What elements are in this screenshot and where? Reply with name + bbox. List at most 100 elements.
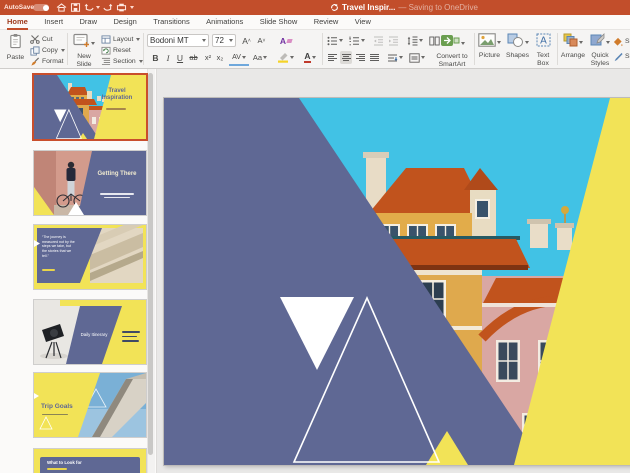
sync-icon	[330, 3, 339, 12]
arrange-button[interactable]: Arrange	[560, 33, 586, 60]
print-icon[interactable]	[116, 3, 127, 12]
copy-icon	[30, 46, 40, 56]
convert-smartart-button[interactable]: Convert to SmartArt	[432, 33, 472, 68]
quick-access-caret[interactable]	[130, 6, 134, 9]
bullets-button[interactable]	[326, 34, 344, 47]
underline-button[interactable]: U	[175, 51, 185, 64]
copy-button[interactable]: Copy	[30, 45, 65, 56]
line-spacing-icon	[407, 36, 418, 46]
picture-button[interactable]: Picture	[477, 33, 502, 60]
decrease-indent-button[interactable]	[372, 34, 385, 47]
numbering-button[interactable]	[348, 34, 366, 47]
ribbon-tabs: Home Insert Draw Design Transitions Anim…	[0, 15, 630, 30]
slide-editing-canvas	[156, 69, 630, 473]
font-color-button[interactable]: A	[300, 51, 320, 64]
font-name-select[interactable]: Bodoni MT	[147, 34, 209, 47]
home-icon[interactable]	[56, 3, 67, 12]
undo-icon[interactable]	[84, 3, 95, 12]
increase-font-button[interactable]: A˄	[240, 34, 253, 47]
current-slide[interactable]	[164, 98, 630, 465]
sidebar-scrollbar-thumb[interactable]	[148, 73, 153, 455]
align-right-button[interactable]	[354, 51, 366, 64]
slide-thumbnail-6[interactable]: 6 What to Look for	[33, 448, 147, 473]
tab-insert[interactable]: Insert	[44, 15, 63, 28]
shape-fill-icon	[613, 37, 623, 47]
decrease-indent-icon	[373, 36, 384, 46]
title-text: Travel Inspir...	[342, 3, 395, 12]
italic-button[interactable]: I	[163, 51, 173, 64]
slide3-attribution-line	[42, 269, 55, 271]
text-direction-button[interactable]	[386, 51, 404, 64]
text-direction-icon	[387, 53, 398, 63]
section-button[interactable]: Section	[101, 56, 143, 67]
align-text-button[interactable]	[408, 51, 426, 64]
tab-design[interactable]: Design	[113, 15, 136, 28]
character-spacing-button[interactable]: AV	[229, 51, 249, 66]
layout-icon	[101, 35, 111, 44]
subscript-button[interactable]: x₂	[214, 51, 226, 64]
arrange-icon	[563, 33, 578, 47]
reset-icon	[101, 46, 111, 55]
slide5-title: Trip Goals	[41, 403, 79, 410]
slide1-art	[34, 75, 146, 139]
decrease-font-button[interactable]: A˅	[255, 34, 268, 47]
strikethrough-button[interactable]: ab	[187, 51, 200, 64]
tab-draw[interactable]: Draw	[80, 15, 98, 28]
layout-button[interactable]: Layout	[101, 34, 140, 45]
svg-text:A: A	[540, 36, 547, 47]
align-left-button[interactable]	[326, 51, 338, 64]
shape-outline-icon	[613, 52, 623, 62]
slide2-body-line	[104, 197, 130, 199]
new-slide-button[interactable]: New Slide	[70, 33, 98, 68]
picture-icon	[478, 33, 496, 47]
tab-animations[interactable]: Animations	[206, 15, 243, 28]
slide-thumbnail-3[interactable]: 3 “The journey is measured not by the st…	[33, 224, 147, 290]
quick-styles-button[interactable]: Quick Styles	[588, 33, 612, 67]
slide2-title: Getting There	[96, 171, 138, 178]
slide-thumbnail-1[interactable]: 1 Travel	[32, 73, 148, 141]
redo-icon[interactable]	[102, 3, 113, 12]
slide4-bullet-line	[122, 331, 140, 333]
slide-artwork	[164, 98, 630, 465]
bold-button[interactable]: B	[150, 51, 161, 64]
slide4-bullet-line	[122, 340, 139, 342]
cut-button[interactable]: Cut	[30, 34, 53, 45]
tab-transitions[interactable]: Transitions	[153, 15, 189, 28]
reset-button[interactable]: Reset	[101, 45, 131, 56]
slide6-title: What to Look for	[47, 461, 117, 466]
slide-thumbnail-panel: 1 Travel	[0, 69, 156, 473]
save-icon[interactable]	[70, 3, 81, 12]
slide4-title: Daily Itinerary	[76, 333, 112, 338]
shapes-button[interactable]: Shapes	[505, 33, 530, 60]
shape-outline-button[interactable]: Shape Outline	[613, 51, 630, 62]
slide2-body-line	[100, 193, 134, 195]
shape-fill-button[interactable]: Shape Fill	[613, 36, 630, 47]
saving-status: — Saving to OneDrive	[398, 3, 478, 12]
slide-thumbnail-4[interactable]: 4 Daily Itinerary	[33, 299, 147, 365]
text-box-button[interactable]: A Text Box	[532, 33, 554, 67]
format-painter-button[interactable]: Format	[30, 56, 64, 67]
font-size-select[interactable]: 72	[212, 34, 236, 47]
slide1-title: Travel Inspiration	[95, 88, 139, 101]
clear-formatting-button[interactable]: A	[278, 34, 294, 47]
align-center-button[interactable]	[340, 51, 352, 64]
tab-slideshow[interactable]: Slide Show	[260, 15, 298, 28]
tab-review[interactable]: Review	[314, 15, 339, 28]
title-bar: AutoSave Travel Inspir... — Saving to On…	[0, 0, 630, 15]
slide-thumbnail-2[interactable]: 2 Getting There	[33, 150, 147, 216]
tab-home[interactable]: Home	[7, 15, 28, 30]
tab-view[interactable]: View	[355, 15, 371, 28]
document-title: Travel Inspir... — Saving to OneDrive	[330, 0, 478, 15]
highlight-color-button[interactable]	[274, 51, 296, 64]
autosave-label: AutoSave	[4, 0, 34, 15]
justify-button[interactable]	[368, 51, 380, 64]
change-case-button[interactable]: Aa	[251, 51, 269, 64]
autosave-toggle[interactable]	[33, 4, 49, 11]
slide3-quote: “The journey is measured not by the step…	[42, 235, 76, 258]
slide2-art	[34, 151, 146, 215]
superscript-button[interactable]: x²	[202, 51, 214, 64]
undo-caret[interactable]	[96, 6, 100, 9]
increase-indent-button[interactable]	[387, 34, 400, 47]
slide-thumbnail-5[interactable]: 5 Trip Goals	[33, 372, 147, 438]
line-spacing-button[interactable]	[406, 34, 424, 47]
